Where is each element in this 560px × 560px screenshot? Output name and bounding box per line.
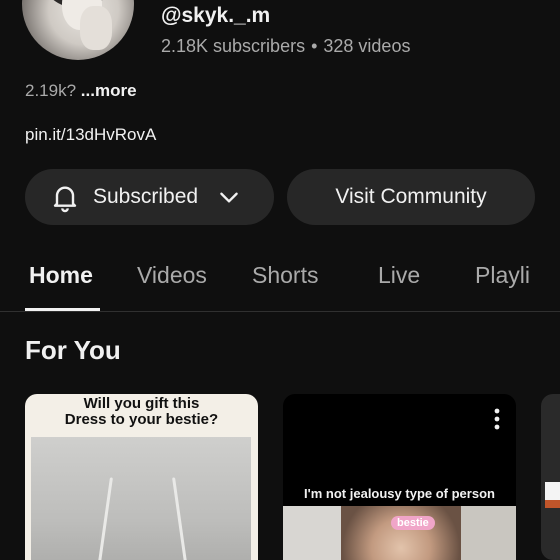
more-vert-icon[interactable]: [494, 408, 500, 430]
channel-stats: 2.18K subscribers • 328 videos: [161, 36, 410, 57]
video-card[interactable]: [541, 394, 560, 560]
section-title: For You: [25, 335, 121, 365]
tab-videos[interactable]: Videos: [137, 262, 207, 289]
stats-separator: •: [311, 36, 318, 56]
video-card[interactable]: Will you gift this Dress to your bestie?: [25, 394, 258, 560]
channel-tabs: Home Videos Shorts Live Playli: [0, 248, 560, 312]
caption-tag: bestie: [391, 516, 435, 530]
video-card[interactable]: I'm not jealousy type of person bestie: [283, 394, 516, 560]
active-tab-indicator: [25, 308, 100, 311]
subscriber-count: 2.18K subscribers: [161, 36, 306, 56]
description-text: 2.19k?: [25, 81, 77, 100]
bell-icon: [53, 186, 77, 213]
more-link[interactable]: ...more: [81, 81, 137, 100]
channel-avatar[interactable]: [22, 0, 134, 60]
caption-line: Dress to your bestie?: [64, 411, 219, 428]
subscribed-label: Subscribed: [93, 185, 199, 208]
card-caption: I'm not jealousy type of person: [304, 486, 495, 501]
video-count: 328 videos: [323, 36, 411, 56]
card-caption: Will you gift this Dress to your bestie?: [25, 396, 258, 428]
visit-community-button[interactable]: Visit Community: [287, 169, 535, 225]
caption-line: Will you gift this: [83, 395, 200, 412]
channel-description[interactable]: 2.19k? ...more: [25, 81, 137, 101]
subscribed-button[interactable]: Subscribed: [25, 169, 274, 225]
tab-playlists[interactable]: Playli: [475, 262, 530, 289]
tab-live[interactable]: Live: [378, 262, 420, 289]
tab-home[interactable]: Home: [29, 262, 93, 289]
channel-link[interactable]: pin.it/13dHvRovA: [25, 125, 156, 145]
channel-handle: @skyk._.m: [161, 4, 271, 27]
visit-community-label: Visit Community: [335, 185, 487, 208]
chevron-down-icon: [220, 192, 238, 203]
video-thumbnail: [341, 506, 461, 560]
video-thumbnail: [31, 437, 251, 560]
tab-shorts[interactable]: Shorts: [252, 262, 318, 289]
